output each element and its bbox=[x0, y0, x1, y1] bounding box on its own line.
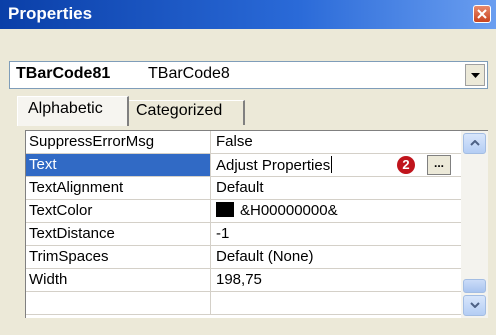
tab-alphabetic-label: Alphabetic bbox=[28, 100, 103, 117]
property-name: Text bbox=[26, 154, 211, 176]
tab-categorized-label: Categorized bbox=[136, 102, 223, 119]
ellipsis-button[interactable]: ... bbox=[427, 155, 451, 175]
callout-badge: 2 bbox=[397, 156, 415, 174]
property-name: TextColor bbox=[26, 200, 211, 222]
property-row[interactable]: SuppressErrorMsg False bbox=[26, 131, 461, 154]
tab-categorized[interactable]: Categorized bbox=[129, 100, 245, 125]
chevron-up-icon bbox=[470, 140, 480, 146]
color-swatch bbox=[216, 202, 234, 217]
window-title: Properties bbox=[8, 4, 93, 23]
property-name: TrimSpaces bbox=[26, 246, 211, 268]
property-name: Width bbox=[26, 269, 211, 291]
property-row bbox=[26, 292, 461, 315]
scroll-thumb[interactable] bbox=[463, 279, 486, 293]
property-value[interactable]: Default (None) bbox=[212, 246, 461, 268]
close-button[interactable] bbox=[473, 5, 491, 23]
property-value-empty bbox=[212, 292, 461, 314]
object-type: TBarCode8 bbox=[148, 65, 230, 82]
property-row[interactable]: TextDistance -1 bbox=[26, 223, 461, 246]
vertical-scrollbar[interactable] bbox=[461, 131, 488, 318]
property-name: TextDistance bbox=[26, 223, 211, 245]
tab-alphabetic[interactable]: Alphabetic bbox=[17, 96, 129, 126]
property-value[interactable]: -1 bbox=[212, 223, 461, 245]
property-value[interactable]: False bbox=[212, 131, 461, 153]
property-row[interactable]: TrimSpaces Default (None) bbox=[26, 246, 461, 269]
object-name: TBarCode81 bbox=[16, 65, 111, 82]
chevron-down-icon bbox=[471, 73, 480, 78]
close-icon bbox=[477, 9, 487, 19]
property-value[interactable]: &H00000000& bbox=[212, 200, 461, 222]
property-name: TextAlignment bbox=[26, 177, 211, 199]
title-bar[interactable]: Properties bbox=[0, 0, 496, 29]
property-name-empty bbox=[26, 292, 211, 314]
property-row[interactable]: Width 198,75 bbox=[26, 269, 461, 292]
text-caret bbox=[331, 156, 333, 173]
scroll-down-button[interactable] bbox=[463, 295, 486, 316]
object-selector[interactable]: TBarCode81 TBarCode8 bbox=[9, 61, 488, 89]
property-name: SuppressErrorMsg bbox=[26, 131, 211, 153]
property-value-editor[interactable]: Adjust Properties 2 ... bbox=[212, 154, 461, 176]
property-row[interactable]: TextColor &H00000000& bbox=[26, 200, 461, 223]
property-value-text: Adjust Properties bbox=[216, 157, 331, 174]
chevron-down-icon bbox=[470, 302, 480, 308]
property-value[interactable]: Default bbox=[212, 177, 461, 199]
color-value-text: &H00000000& bbox=[240, 202, 338, 219]
property-value[interactable]: 198,75 bbox=[212, 269, 461, 291]
property-row-selected[interactable]: Text Adjust Properties 2 ... bbox=[26, 154, 461, 177]
dropdown-button[interactable] bbox=[465, 64, 485, 86]
property-grid: SuppressErrorMsg False Text Adjust Prope… bbox=[25, 130, 488, 318]
scroll-up-button[interactable] bbox=[463, 133, 486, 154]
property-row[interactable]: TextAlignment Default bbox=[26, 177, 461, 200]
